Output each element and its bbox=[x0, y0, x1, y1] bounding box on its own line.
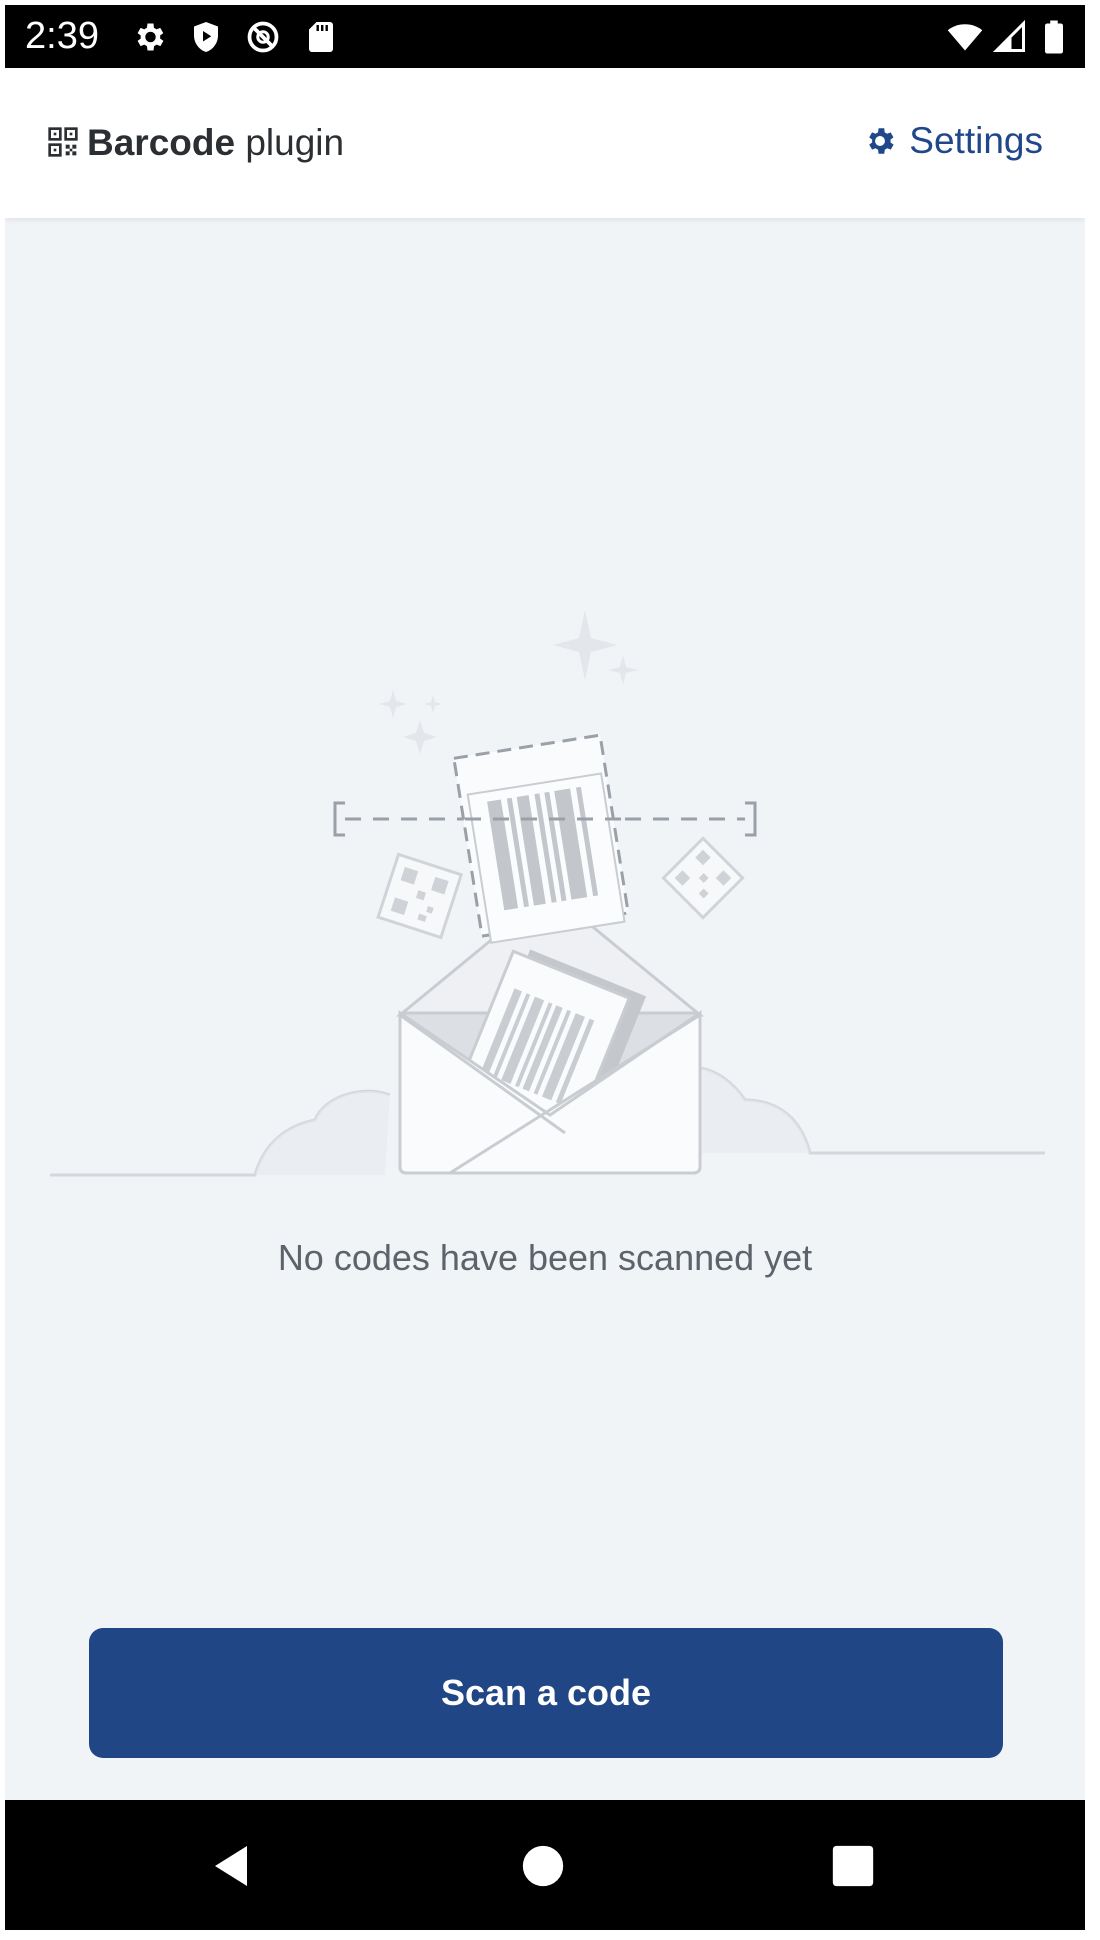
recents-icon[interactable] bbox=[831, 1844, 875, 1888]
settings-button[interactable]: Settings bbox=[863, 120, 1043, 162]
page-title: Barcode plugin bbox=[87, 122, 344, 164]
settings-label: Settings bbox=[909, 120, 1043, 161]
title-rest: plugin bbox=[235, 122, 345, 163]
empty-state-illustration bbox=[50, 610, 1045, 1177]
status-time: 2:39 bbox=[25, 15, 99, 57]
gear-icon bbox=[137, 23, 164, 51]
battery-icon bbox=[1045, 20, 1063, 54]
scan-code-button[interactable]: Scan a code bbox=[89, 1628, 1003, 1758]
signal-icon bbox=[992, 19, 1025, 52]
app-header: Barcode plugin Settings bbox=[5, 68, 1085, 218]
shield-play-icon bbox=[194, 22, 218, 52]
status-bar: 2:39 bbox=[5, 5, 1085, 68]
title-bold: Barcode bbox=[87, 122, 236, 163]
back-icon[interactable] bbox=[207, 1842, 255, 1890]
no-sync-icon bbox=[247, 21, 279, 53]
home-icon[interactable] bbox=[521, 1844, 565, 1888]
empty-state-message: No codes have been scanned yet bbox=[277, 1237, 813, 1278]
wifi-icon bbox=[947, 24, 983, 51]
system-nav-bar bbox=[5, 1800, 1085, 1930]
gear-icon bbox=[869, 128, 894, 154]
sd-card-icon bbox=[309, 22, 333, 52]
app-screen: 2:39 Barcode plugin Settings No codes ha… bbox=[5, 5, 1085, 1930]
qr-code-icon bbox=[48, 127, 78, 157]
